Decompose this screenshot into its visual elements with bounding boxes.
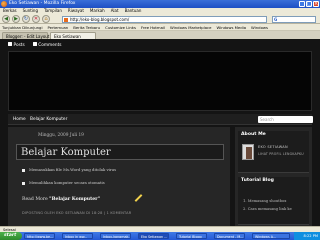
windows-taskbar: start http://www.be... Inbox in ww... In… bbox=[0, 232, 320, 240]
tutorial-blog-widget: Tutorial Blog 1. Memasang shoutbox 2. Ca… bbox=[238, 177, 309, 225]
taskbar-item-active[interactable]: Eko Setiawan ... bbox=[138, 233, 169, 239]
bookmark-item[interactable]: Pertemuan bbox=[48, 24, 69, 30]
tutorial-link[interactable]: 2. Cara memasang link ke bbox=[243, 207, 292, 211]
about-me-widget: About Me EKO SETIAWAN LIHAT PROFIL LENGK… bbox=[238, 131, 309, 173]
web-page: Posts Comments Home Belajar Komputer Sea… bbox=[0, 39, 320, 226]
blog-search-input[interactable]: Search bbox=[258, 116, 313, 123]
forward-arrow-icon[interactable]: ▶ bbox=[12, 15, 20, 23]
minimize-button[interactable]: _ bbox=[299, 1, 305, 7]
search-engine-icon: G bbox=[274, 16, 278, 22]
edit-pencil-icon[interactable] bbox=[134, 194, 143, 202]
blog-feed-links: Posts Comments bbox=[8, 42, 62, 49]
bullet-icon bbox=[22, 168, 25, 172]
read-more: Read More "Belajar Komputer" bbox=[22, 197, 100, 202]
bookmark-item[interactable]: Berita Terbaru bbox=[73, 24, 100, 30]
system-tray-clock: 8:22 PM bbox=[294, 232, 320, 240]
menu-belajar-komputer[interactable]: Belajar Komputer bbox=[30, 114, 67, 125]
taskbar-item[interactable]: Document - M... bbox=[214, 233, 245, 239]
bookmark-item[interactable]: Windows bbox=[251, 24, 268, 30]
taskbar-item[interactable]: Inbox-kangmak... bbox=[100, 233, 131, 239]
address-bar[interactable]: http://eko-blog.blogspot.com/ bbox=[62, 15, 267, 23]
tab-eko-setiawan[interactable]: Eko Setiawan bbox=[50, 32, 96, 39]
back-arrow-icon[interactable]: ◀ bbox=[2, 15, 10, 23]
post-bullet-item: Memulihkan komputer secara otomatis bbox=[22, 180, 222, 186]
site-favicon-icon bbox=[64, 17, 68, 22]
screenshot-root: Eko Setiawan - Mozilla Firefox _ □ × Ber… bbox=[0, 0, 320, 240]
post-title[interactable]: Belajar Komputer bbox=[21, 145, 111, 161]
bookmarks-toolbar: Tunjukkan Dikunjungi Pertemuan Berita Te… bbox=[0, 24, 320, 31]
firefox-icon bbox=[1, 1, 7, 7]
address-url: http://eko-blog.blogspot.com/ bbox=[70, 16, 130, 22]
feed-icon bbox=[8, 42, 12, 46]
blog-menu: Home Belajar Komputer Search bbox=[8, 114, 313, 125]
bullet-icon bbox=[22, 181, 25, 185]
maximize-button[interactable]: □ bbox=[306, 1, 312, 7]
bookmark-item[interactable]: Free Hotmail bbox=[141, 24, 165, 30]
tutorial-blog-heading: Tutorial Blog bbox=[241, 178, 274, 183]
taskbar-item[interactable]: Inbox in ww... bbox=[62, 233, 93, 239]
blog-header bbox=[8, 51, 312, 111]
stop-icon[interactable]: ✕ bbox=[32, 15, 40, 23]
feed-icon bbox=[32, 42, 37, 46]
taskbar-item[interactable]: Windows A... bbox=[252, 233, 290, 239]
tab-bar: Blogger: - Edit Layout Eko Setiawan bbox=[0, 31, 320, 39]
author-name[interactable]: EKO SETIAWAN bbox=[258, 145, 288, 149]
main-content: Minggu, 2009 Juli 19 Belajar Komputer Me… bbox=[8, 127, 230, 226]
sidebar: About Me EKO SETIAWAN LIHAT PROFIL LENGK… bbox=[235, 127, 312, 226]
post-title-box: Belajar Komputer bbox=[16, 144, 224, 160]
tab-blogger-edit-layout[interactable]: Blogger: - Edit Layout bbox=[2, 32, 49, 39]
bookmark-item[interactable]: Tunjukkan Dikunjungi bbox=[2, 24, 43, 30]
bookmark-item[interactable]: Customize Links bbox=[105, 24, 136, 30]
search-box[interactable]: G bbox=[272, 15, 316, 23]
post-bullet-item: Memasukkan file Ms.Word yang ditolak vir… bbox=[22, 167, 222, 173]
window-title-bar: Eko Setiawan - Mozilla Firefox _ □ × bbox=[0, 0, 320, 8]
taskbar-item[interactable]: http://www.be... bbox=[24, 233, 55, 239]
bookmark-item[interactable]: Windows Media bbox=[216, 24, 246, 30]
post-date: Minggu, 2009 Juli 19 bbox=[38, 133, 84, 138]
menu-home[interactable]: Home bbox=[13, 114, 26, 125]
posts-feed-link[interactable]: Posts bbox=[8, 42, 25, 49]
taskbar-item[interactable]: Tutorial Blogg bbox=[176, 233, 207, 239]
home-icon[interactable]: ⌂ bbox=[42, 15, 50, 23]
post-footer: DIPOSTING OLEH EKO SETIAWAN DI 18:28 | 1… bbox=[22, 211, 132, 215]
author-avatar[interactable] bbox=[242, 144, 254, 160]
comments-feed-link[interactable]: Comments bbox=[32, 42, 62, 49]
window-title: Eko Setiawan - Mozilla Firefox bbox=[9, 1, 76, 6]
view-profile-link[interactable]: LIHAT PROFIL LENGKAPKU bbox=[258, 152, 304, 156]
bookmark-item[interactable]: Windows Marketplace bbox=[170, 24, 211, 30]
close-button[interactable]: × bbox=[313, 1, 319, 7]
tutorial-link[interactable]: 1. Memasang shoutbox bbox=[243, 199, 286, 203]
window-controls: _ □ × bbox=[299, 1, 319, 7]
reload-icon[interactable]: ↻ bbox=[22, 15, 30, 23]
read-more-link[interactable]: "Belajar Komputer" bbox=[49, 197, 100, 202]
navigation-toolbar: ◀ ▶ ↻ ✕ ⌂ http://eko-blog.blogspot.com/ … bbox=[0, 14, 320, 24]
start-button[interactable]: start bbox=[0, 232, 22, 240]
about-me-heading: About Me bbox=[241, 132, 266, 137]
